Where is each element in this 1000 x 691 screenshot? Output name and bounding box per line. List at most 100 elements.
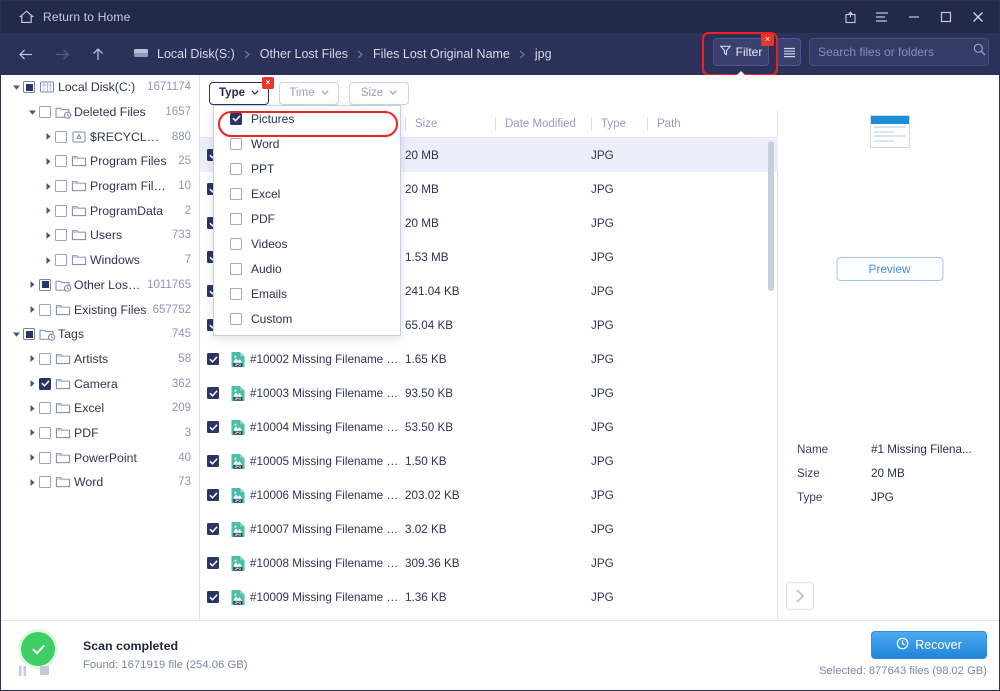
row-checkbox-cell[interactable] <box>200 387 226 399</box>
sidebar-checkbox[interactable] <box>39 426 51 439</box>
column-header-size[interactable]: Size <box>405 117 495 131</box>
row-checkbox[interactable] <box>207 523 219 535</box>
sidebar-item-excel[interactable]: Excel 209 <box>1 396 199 421</box>
row-checkbox[interactable] <box>207 489 219 501</box>
sidebar-item-tags[interactable]: Tags 745 <box>1 322 199 347</box>
expand-arrow-right-icon[interactable] <box>25 379 39 388</box>
column-header-path[interactable]: Path <box>647 117 778 131</box>
row-checkbox[interactable] <box>207 591 219 603</box>
search-box[interactable] <box>809 38 989 66</box>
expand-arrow-right-icon[interactable] <box>41 231 55 240</box>
expand-arrow-right-icon[interactable] <box>41 157 55 166</box>
type-option-checkbox[interactable] <box>230 137 242 150</box>
search-icon[interactable] <box>973 43 986 61</box>
type-option-custom[interactable]: Custom <box>214 306 400 331</box>
recover-button[interactable]: Recover <box>871 631 987 659</box>
sidebar-checkbox[interactable] <box>55 130 67 143</box>
sidebar-item-pdf[interactable]: PDF 3 <box>1 421 199 446</box>
filter-chip-time[interactable]: Time <box>279 81 339 105</box>
search-input[interactable] <box>818 45 973 59</box>
type-option-videos[interactable]: Videos <box>214 231 400 256</box>
sidebar-checkbox[interactable] <box>39 451 51 464</box>
maximize-icon[interactable] <box>931 2 961 32</box>
type-option-checkbox[interactable] <box>230 112 242 125</box>
type-option-checkbox[interactable] <box>230 187 242 200</box>
table-row[interactable]: JPG #10003 Missing Filename File.j... 93.5… <box>200 376 778 410</box>
table-row[interactable]: JPG #10007 Missing Filename File.j... 3.02… <box>200 512 778 546</box>
type-option-checkbox[interactable] <box>230 312 242 325</box>
sidebar-checkbox[interactable] <box>39 377 51 390</box>
type-option-ppt[interactable]: PPT <box>214 156 400 181</box>
stop-icon[interactable] <box>40 666 49 679</box>
sidebar-checkbox[interactable] <box>39 352 51 365</box>
filter-clear-badge[interactable]: × <box>761 33 774 46</box>
table-row[interactable]: JPG #10002 Missing Filename File.j... 1.65… <box>200 342 778 376</box>
row-checkbox-cell[interactable] <box>200 455 226 467</box>
table-row[interactable]: JPG #10005 Missing Filename File.j... 1.50… <box>200 444 778 478</box>
expand-arrow-right-icon[interactable] <box>25 305 39 314</box>
breadcrumb-item-0[interactable]: Local Disk(S:) <box>133 47 235 62</box>
type-option-checkbox[interactable] <box>230 287 242 300</box>
sidebar-item-programdata[interactable]: ProgramData 2 <box>1 198 199 223</box>
filter-chip-size[interactable]: Size <box>349 81 409 105</box>
sidebar-item-recycle-bin[interactable]: $RECYCLE.BIN 880 <box>1 124 199 149</box>
sidebar-item-camera[interactable]: Camera 362 <box>1 371 199 396</box>
sidebar-checkbox[interactable] <box>39 402 51 415</box>
sidebar-checkbox[interactable] <box>55 229 67 242</box>
return-to-home-button[interactable]: Return to Home <box>19 1 131 33</box>
expand-arrow-right-icon[interactable] <box>41 256 55 265</box>
back-button[interactable] <box>13 41 39 67</box>
sidebar-item-other-lost-files[interactable]: Other Lost Files 1011765 <box>1 273 199 298</box>
sidebar-item-existing-files[interactable]: Existing Files 657752 <box>1 297 199 322</box>
table-row[interactable]: JPG #10009 Missing Filename File.j... 1.36… <box>200 580 778 614</box>
sidebar-item-local-disk-c[interactable]: Local Disk(C:) 1671174 <box>1 75 199 100</box>
sidebar-checkbox[interactable] <box>55 254 67 267</box>
expand-arrow-down-icon[interactable] <box>25 109 39 116</box>
row-checkbox-cell[interactable] <box>200 523 226 535</box>
sidebar-item-artists[interactable]: Artists 58 <box>1 347 199 372</box>
table-row[interactable]: JPG #10006 Missing Filename File.j... 203.… <box>200 478 778 512</box>
sidebar-item-windows[interactable]: Windows 7 <box>1 248 199 273</box>
type-filter-dropdown[interactable]: Pictures Word PPT Excel PDF Videos Audio Emails… <box>213 105 401 336</box>
expand-arrow-right-icon[interactable] <box>25 478 39 487</box>
expand-arrow-right-icon[interactable] <box>41 206 55 215</box>
sidebar-checkbox[interactable] <box>55 155 67 168</box>
sidebar-item-word[interactable]: Word 73 <box>1 470 199 495</box>
list-view-toggle-button[interactable] <box>777 38 801 66</box>
table-row[interactable]: JPG #10008 Missing Filename File.j... 309.… <box>200 546 778 580</box>
menu-icon[interactable] <box>867 2 897 32</box>
row-checkbox[interactable] <box>207 387 219 399</box>
expand-arrow-down-icon[interactable] <box>9 84 23 91</box>
column-header-date-modified[interactable]: Date Modified <box>495 117 591 131</box>
sidebar-checkbox[interactable] <box>39 106 51 119</box>
table-row[interactable]: JPG #10004 Missing Filename File.j... 53.5… <box>200 410 778 444</box>
row-checkbox-cell[interactable] <box>200 489 226 501</box>
file-list-scrollbar[interactable] <box>768 141 774 291</box>
type-option-checkbox[interactable] <box>230 162 242 175</box>
type-option-emails[interactable]: Emails <box>214 281 400 306</box>
row-checkbox-cell[interactable] <box>200 557 226 569</box>
minimize-icon[interactable] <box>899 2 929 32</box>
row-checkbox-cell[interactable] <box>200 353 226 365</box>
breadcrumb-item-2[interactable]: Files Lost Original Name <box>373 47 510 61</box>
next-file-button[interactable] <box>786 582 814 610</box>
sidebar-item-program-files-x86[interactable]: Program Files (x86) 10 <box>1 174 199 199</box>
sidebar-item-users[interactable]: Users 733 <box>1 223 199 248</box>
type-option-audio[interactable]: Audio <box>214 256 400 281</box>
row-checkbox-cell[interactable] <box>200 421 226 433</box>
row-checkbox[interactable] <box>207 353 219 365</box>
type-option-checkbox[interactable] <box>230 212 242 225</box>
preview-button[interactable]: Preview <box>836 257 943 281</box>
type-option-excel[interactable]: Excel <box>214 181 400 206</box>
sidebar-checkbox[interactable] <box>39 303 51 316</box>
type-option-pictures[interactable]: Pictures <box>214 106 400 131</box>
forward-button[interactable] <box>49 41 75 67</box>
sidebar-item-powerpoint[interactable]: PowerPoint 40 <box>1 445 199 470</box>
sidebar-checkbox[interactable] <box>39 476 51 489</box>
sidebar-checkbox[interactable] <box>39 278 51 291</box>
sidebar-item-program-files[interactable]: Program Files 25 <box>1 149 199 174</box>
type-option-pdf[interactable]: PDF <box>214 206 400 231</box>
filter-chip-clear-badge[interactable]: × <box>262 76 274 89</box>
sidebar-checkbox[interactable] <box>23 81 35 94</box>
breadcrumb-item-1[interactable]: Other Lost Files <box>260 47 348 61</box>
